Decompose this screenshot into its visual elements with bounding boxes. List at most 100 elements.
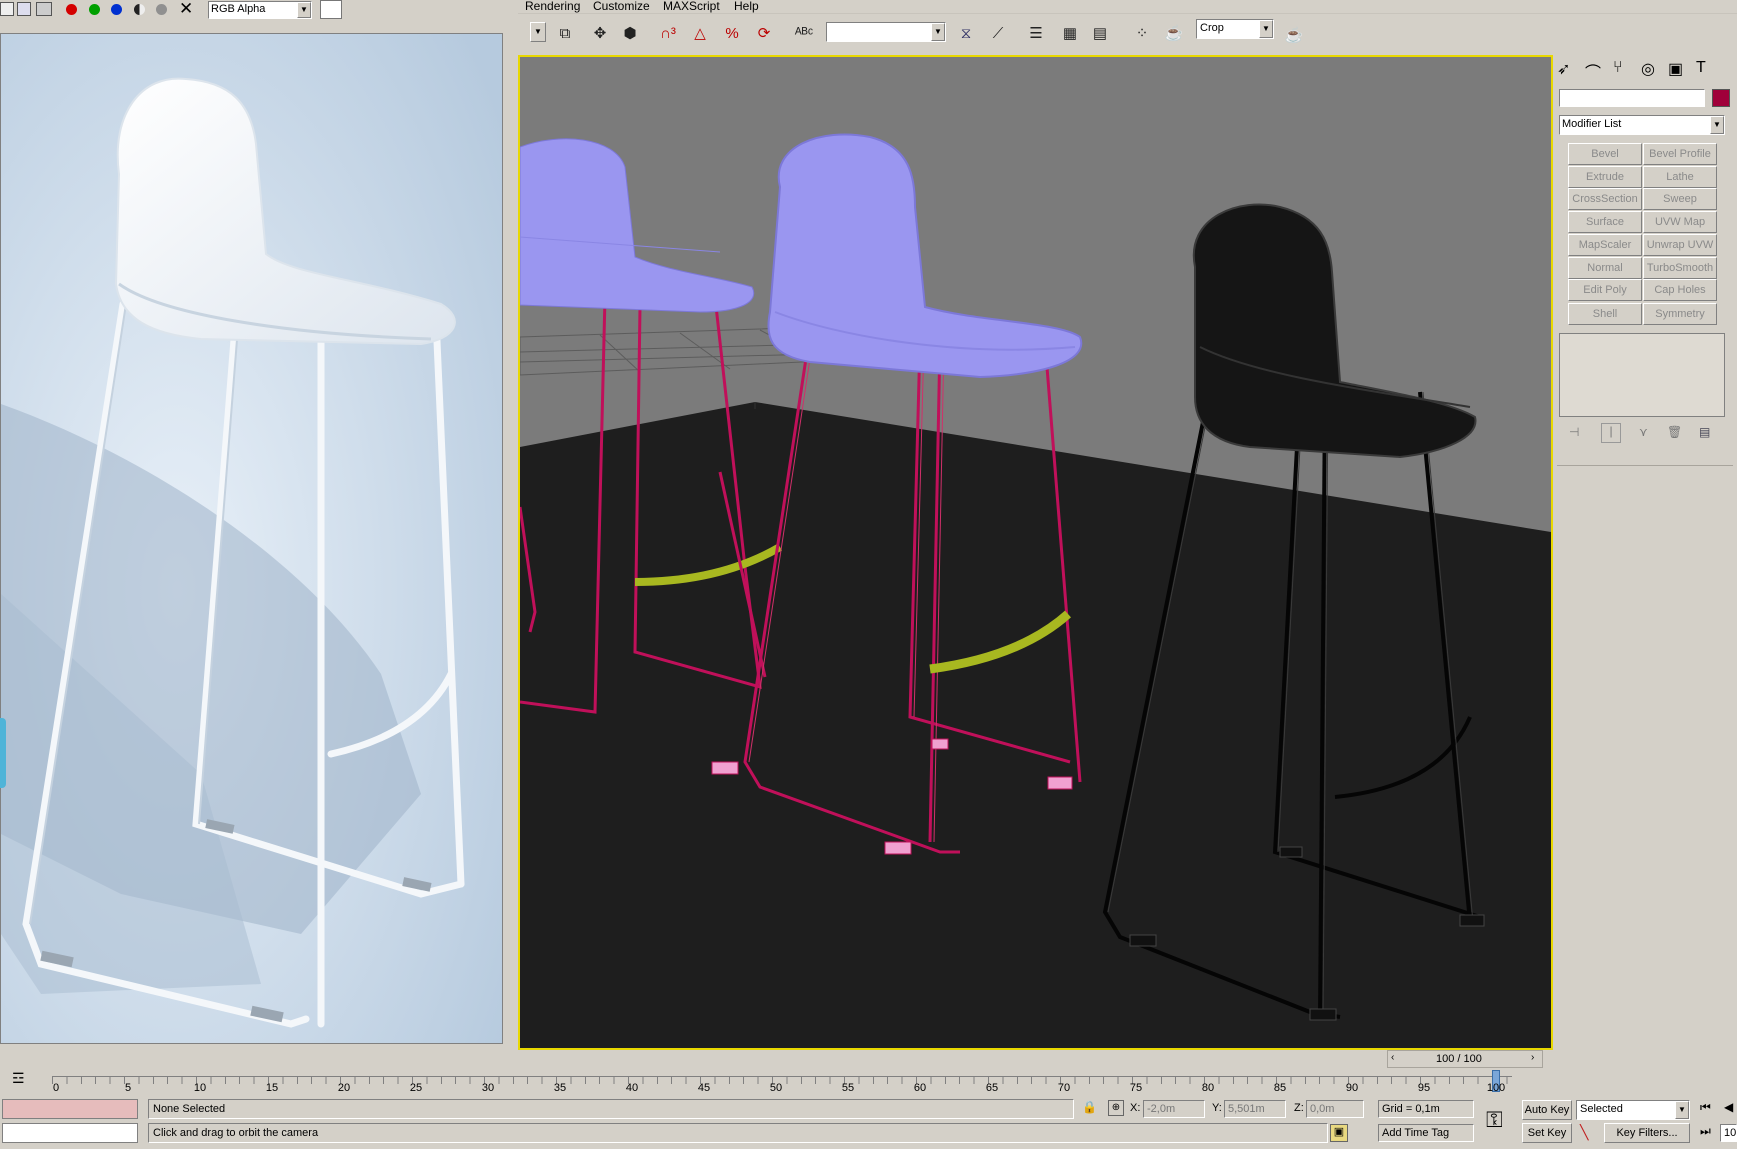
tick-label: 65 [985, 1082, 999, 1094]
crosssection-button[interactable]: CrossSection [1568, 188, 1642, 210]
quick-render-icon[interactable]: ☕ [1280, 22, 1308, 48]
named-selection-dropdown[interactable]: ▼ [826, 22, 946, 42]
sweep-button[interactable]: Sweep [1643, 188, 1717, 210]
render-type-dropdown[interactable]: Crop ▼ [1196, 19, 1274, 39]
edit-poly-button[interactable]: Edit Poly [1568, 279, 1642, 301]
symmetry-button[interactable]: Symmetry [1643, 303, 1717, 325]
spinner-snap-icon[interactable]: ⟳ [750, 20, 778, 46]
lock-selection-icon[interactable]: 🔒 [1082, 1100, 1097, 1114]
auto-key-button[interactable]: Auto Key [1522, 1100, 1572, 1120]
object-name-field[interactable] [1559, 89, 1705, 107]
chevron-down-icon[interactable]: ▼ [1710, 116, 1724, 134]
next-key-icon[interactable]: ◀ [1724, 1100, 1733, 1114]
edit-named-selection-icon[interactable]: ᴬᴮᶜ [790, 20, 818, 46]
chevron-down-icon[interactable]: ▼ [1259, 20, 1273, 38]
prev-frame-icon[interactable]: ‹ [1391, 1052, 1394, 1063]
perspective-viewport[interactable] [518, 55, 1553, 1050]
chevron-down-icon[interactable]: ▼ [1675, 1101, 1689, 1119]
tick-label: 90 [1345, 1082, 1359, 1094]
channel-dropdown[interactable]: RGB Alpha ▼ [208, 1, 312, 19]
object-color-swatch[interactable] [1712, 89, 1730, 107]
select-move-icon[interactable]: ✥ [586, 20, 614, 46]
modify-tab-icon[interactable]: ⌒ [1585, 59, 1601, 83]
normal-button[interactable]: Normal [1568, 257, 1642, 279]
green-channel-icon[interactable] [89, 4, 100, 15]
display-tab-icon[interactable]: ▣ [1668, 59, 1683, 79]
percent-snap-icon[interactable]: % [718, 20, 746, 46]
show-end-result-icon[interactable]: | [1601, 423, 1621, 443]
pin-stack-icon[interactable]: ⊣ [1569, 425, 1579, 439]
x-coordinate-field[interactable]: -2,0m [1143, 1100, 1205, 1118]
key-filters-button[interactable]: Key Filters... [1604, 1123, 1690, 1143]
selection-status-text: None Selected [153, 1103, 226, 1115]
tick-label: 20 [337, 1082, 351, 1094]
print-icon[interactable] [36, 2, 52, 16]
modifier-stack[interactable] [1559, 333, 1725, 417]
absolute-mode-icon[interactable]: ⊕ [1108, 1100, 1124, 1116]
menu-rendering[interactable]: Rendering [525, 0, 580, 14]
create-tab-icon[interactable]: ➶ [1557, 59, 1570, 79]
mapscaler-button[interactable]: MapScaler [1568, 234, 1642, 256]
current-frame-field[interactable]: 10 [1720, 1124, 1737, 1142]
schematic-view-icon[interactable]: ▤ [1086, 20, 1114, 46]
swatch-white[interactable] [320, 0, 342, 19]
modifier-list-dropdown[interactable]: Modifier List ▼ [1559, 115, 1725, 135]
toolbar-dropdown-arrow[interactable]: ▼ [530, 22, 546, 42]
cap-holes-button[interactable]: Cap Holes [1643, 279, 1717, 301]
mirror-icon[interactable]: ⧖ [952, 20, 980, 46]
tick-label: 70 [1057, 1082, 1071, 1094]
material-editor-icon[interactable]: ⁘ [1128, 20, 1156, 46]
snap-3d-icon[interactable]: ∩³ [654, 20, 682, 46]
lathe-button[interactable]: Lathe [1643, 166, 1717, 188]
maxscript-listener-top[interactable] [2, 1099, 138, 1119]
mono-channel-icon[interactable] [134, 4, 145, 15]
key-mode-dropdown[interactable]: Selected ▼ [1576, 1100, 1690, 1120]
go-to-end-icon[interactable]: ⏭ [1700, 1124, 1711, 1139]
clone-vfb-icon[interactable] [17, 2, 31, 16]
menu-maxscript[interactable]: MAXScript [663, 0, 720, 14]
key-filter-pencil-icon[interactable]: ╲ [1580, 1124, 1588, 1141]
y-coordinate-field[interactable]: 5,501m [1224, 1100, 1286, 1118]
next-frame-icon[interactable]: › [1531, 1052, 1534, 1063]
motion-tab-icon[interactable]: ◎ [1641, 59, 1655, 79]
bevel-button[interactable]: Bevel [1568, 143, 1642, 165]
select-object-icon[interactable]: ⬢ [616, 20, 644, 46]
uvw-map-button[interactable]: UVW Map [1643, 211, 1717, 233]
time-tag-icon[interactable]: ▣ [1330, 1124, 1348, 1142]
go-to-start-icon[interactable]: ⏮ [1700, 1100, 1711, 1115]
mini-curve-editor-icon[interactable]: ☲ [12, 1070, 25, 1087]
time-slider[interactable]: ‹ 100 / 100 › [1387, 1050, 1543, 1068]
maxscript-listener-bottom[interactable] [2, 1123, 138, 1143]
align-icon[interactable]: ⟋ [984, 20, 1012, 46]
vfb-side-tab[interactable] [0, 718, 6, 788]
make-unique-icon[interactable]: ⋎ [1639, 425, 1648, 439]
shell-button[interactable]: Shell [1568, 303, 1642, 325]
turbosmooth-button[interactable]: TurboSmooth [1643, 257, 1717, 279]
save-image-icon[interactable] [0, 2, 14, 16]
link-icon[interactable]: ⧉ [551, 20, 579, 46]
hierarchy-tab-icon[interactable]: ⑂ [1613, 59, 1623, 77]
utilities-tab-icon[interactable]: T [1696, 59, 1706, 77]
chevron-down-icon[interactable]: ▼ [931, 23, 945, 41]
extrude-button[interactable]: Extrude [1568, 166, 1642, 188]
clear-icon[interactable]: ✕ [179, 0, 193, 18]
set-key-button[interactable]: Set Key [1522, 1123, 1572, 1143]
add-time-tag-field[interactable]: Add Time Tag [1378, 1124, 1474, 1142]
unwrap-uvw-button[interactable]: Unwrap UVW [1643, 234, 1717, 256]
menu-help[interactable]: Help [734, 0, 759, 14]
key-icon[interactable]: ⚿ [1486, 1107, 1503, 1133]
curve-editor-icon[interactable]: ▦ [1056, 20, 1084, 46]
angle-snap-icon[interactable]: △ [686, 20, 714, 46]
remove-modifier-icon[interactable]: 🗑 [1667, 425, 1682, 439]
blue-channel-icon[interactable] [111, 4, 122, 15]
alpha-channel-icon[interactable] [156, 4, 167, 15]
layer-manager-icon[interactable]: ☰ [1022, 20, 1050, 46]
render-setup-icon[interactable]: ☕ [1160, 20, 1188, 46]
z-coordinate-field[interactable]: 0,0m [1306, 1100, 1364, 1118]
surface-button[interactable]: Surface [1568, 211, 1642, 233]
bevel-profile-button[interactable]: Bevel Profile [1643, 143, 1717, 165]
menu-customize[interactable]: Customize [593, 0, 650, 14]
red-channel-icon[interactable] [66, 4, 77, 15]
configure-sets-icon[interactable]: ▤ [1699, 425, 1710, 439]
chevron-down-icon[interactable]: ▼ [297, 2, 311, 18]
